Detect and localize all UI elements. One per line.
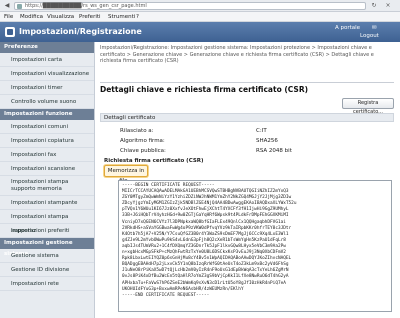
issued-to-value: C:IT xyxy=(256,128,267,134)
logout-link[interactable]: Logout xyxy=(360,33,379,39)
sidebar-item-fax[interactable]: Impostazioni fax xyxy=(0,148,94,162)
menu-tools[interactable]: Strumenti xyxy=(108,14,135,20)
menu-favorites[interactable]: Preferiti xyxy=(79,14,101,20)
issued-to-label: Rilasciato a: xyxy=(120,128,154,134)
app-logo-icon xyxy=(5,27,15,37)
register-certificate-button[interactable]: Registra certificato... xyxy=(342,98,394,115)
app-title: Impostazioni/Registrazione xyxy=(19,27,142,36)
browser-toolbar: ◀ https://██████████/rs_ws_gen_csr_page.… xyxy=(0,0,400,12)
sidebar-item-timer[interactable]: Impostazioni timer xyxy=(0,81,94,95)
portal-link[interactable]: A portale xyxy=(335,25,360,31)
refresh-icon[interactable]: ↻ xyxy=(370,2,378,10)
page-icon xyxy=(17,4,22,9)
divider xyxy=(100,82,394,83)
main-content: Impostazioni/Registrazione: Impostazioni… xyxy=(96,42,400,318)
close-tab-icon[interactable]: × xyxy=(384,2,392,10)
address-text: https://██████████/rs_ws_gen_csr_page.ht… xyxy=(25,3,147,9)
sidebar-item-volume[interactable]: Controllo volume suono xyxy=(0,95,94,109)
csr-label: Richiesta firma certificato (CSR) xyxy=(104,158,204,164)
sidebar-item-copy[interactable]: Impostazioni copiatura xyxy=(0,134,94,148)
sidebar-section-title: Impostazioni funzione xyxy=(0,109,94,120)
menu-help[interactable]: ? xyxy=(136,14,139,20)
mail-icon[interactable]: ✉ xyxy=(372,25,377,31)
sidebar: Preferenze Impostazioni carta Impostazio… xyxy=(0,42,95,318)
public-key-label: Chiave pubblica: xyxy=(120,148,166,154)
sidebar-item-memory-print[interactable]: Impostazioni stampa supporto memoria xyxy=(0,176,94,196)
sidebar-item-printer[interactable]: Impostazioni stampante xyxy=(0,196,94,210)
app-header: Impostazioni/Registrazione A portale Log… xyxy=(0,22,400,42)
public-key-value: RSA 2048 bit xyxy=(256,148,292,154)
sidebar-item-dept-id[interactable]: Gestione ID divisione xyxy=(0,263,94,277)
sidebar-section-title: Impostazioni gestione sistema xyxy=(0,238,94,257)
address-bar[interactable]: https://██████████/rs_ws_gen_csr_page.ht… xyxy=(14,2,366,10)
sidebar-item-scan[interactable]: Impostazioni scansione xyxy=(0,162,94,176)
menu-edit[interactable]: Modifica xyxy=(20,14,43,20)
sidebar-item-favorites[interactable]: Impostazioni preferiti xyxy=(0,224,94,238)
menu-file[interactable]: File xyxy=(4,14,13,20)
sidebar-item-paper[interactable]: Impostazioni carta xyxy=(0,53,94,67)
csr-textarea[interactable]: -----BEGIN CERTIFICATE REQUEST----- MIIC… xyxy=(118,180,392,312)
menu-view[interactable]: Visualizza xyxy=(47,14,74,20)
sidebar-item-media-print[interactable]: Impostazioni stampa supporto xyxy=(0,210,94,234)
sidebar-item-system[interactable]: Gestione sistema xyxy=(0,249,94,263)
back-icon[interactable]: ◀ xyxy=(3,2,11,10)
signature-algorithm-value: SHA256 xyxy=(256,138,278,144)
certificate-section-header: Dettagli certificato xyxy=(100,113,394,122)
sidebar-item-display[interactable]: Impostazioni visualizzazione xyxy=(0,67,94,81)
breadcrumb: Impostazioni/Registrazione: Impostazioni… xyxy=(100,45,374,64)
sidebar-item-network[interactable]: Impostazioni rete xyxy=(0,277,94,291)
page-title: Dettagli chiave e richiesta firma certif… xyxy=(100,85,309,94)
signature-algorithm-label: Algoritmo firma: xyxy=(120,138,165,144)
sidebar-section-title: Preferenze xyxy=(0,42,94,53)
save-to-file-button[interactable]: Memorizza in file... xyxy=(104,165,148,184)
browser-menubar: File Modifica Visualizza Preferiti Strum… xyxy=(0,12,400,22)
sidebar-item-common[interactable]: Impostazioni comuni xyxy=(0,120,94,134)
